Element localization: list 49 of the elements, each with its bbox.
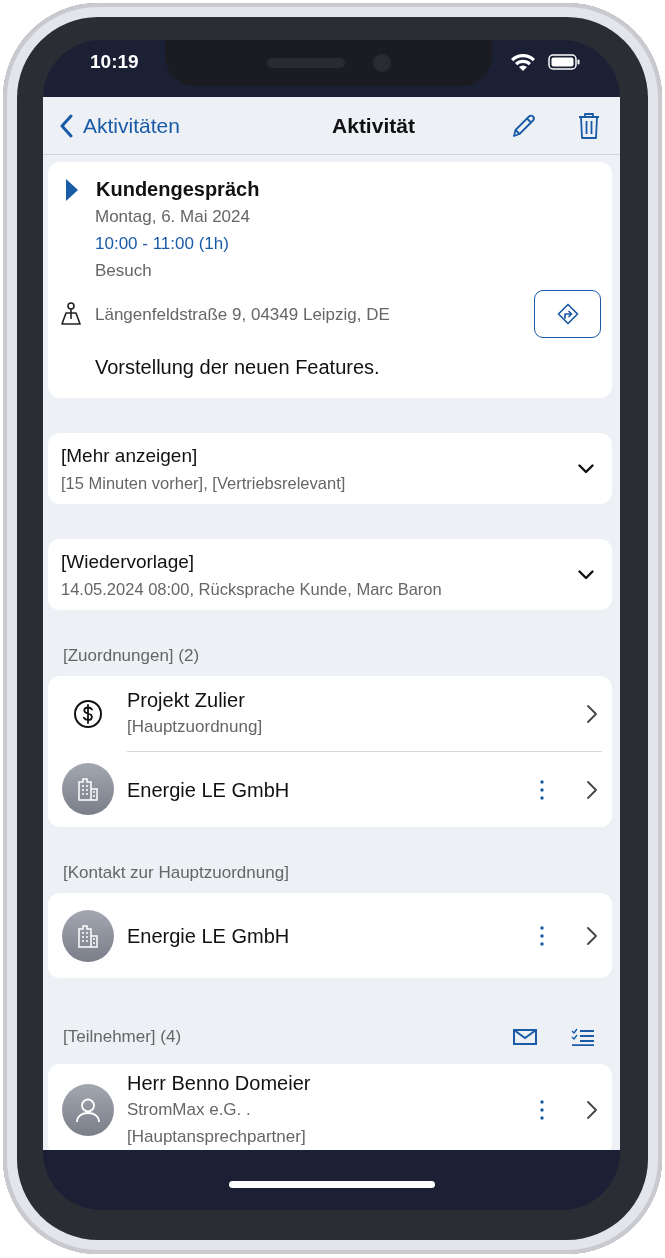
item-title: Projekt Zulier [127, 688, 246, 713]
chevron-left-icon [59, 113, 73, 138]
expandable-panel[interactable]: [Mehr anzeigen] [15 Minuten vorher], [Vertriebsrelevant] [48, 433, 612, 504]
panel-summary: [15 Minuten vorher], [Vertriebsrelevant] [61, 473, 347, 494]
status-time: 10:19 [90, 50, 139, 73]
back-button[interactable]: Aktivitäten [59, 113, 253, 138]
directions-button[interactable] [534, 290, 601, 338]
activity-address: Längenfeldstraße 9, 04349 Leipzig, DE [95, 303, 391, 326]
item-subtitle: [Hauptzuordnung] [127, 716, 264, 738]
item-subtitle: [Hauptansprechpartner] [127, 1126, 307, 1148]
page-title: Aktivität [331, 113, 416, 138]
more-vertical-icon [540, 925, 544, 946]
panel-title: [Mehr anzeigen] [61, 444, 199, 468]
map-pin-icon [60, 302, 82, 326]
item-title: Energie LE GmbH [127, 923, 291, 949]
chevron-right-icon [586, 1100, 598, 1120]
list-item[interactable]: Energie LE GmbH [48, 751, 612, 827]
directions-icon [556, 303, 579, 325]
activity-time: 10:00 - 11:00 (1h) [95, 233, 230, 255]
chevron-right-icon [586, 703, 598, 724]
battery-icon [548, 53, 580, 70]
checklist-icon [571, 1028, 595, 1046]
triangle-right-icon [66, 178, 78, 201]
activity-date: Montag, 6. Mai 2024 [95, 206, 251, 228]
dollar-icon [72, 698, 103, 729]
activity-description: Vorstellung der neuen Features. [95, 355, 381, 380]
trash-icon [576, 111, 601, 140]
item-subtitle: StromMax e.G. . [127, 1099, 252, 1121]
item-title: Energie LE GmbH [127, 777, 291, 803]
wifi-icon [510, 52, 536, 71]
mail-icon [513, 1029, 537, 1045]
activity-title: Kundengespräch [96, 178, 260, 201]
chevron-right-icon [586, 779, 598, 800]
expandable-panel[interactable]: [Wiedervorlage] 14.05.2024 08:00, Rücksprache Kunde, Marc Baron [48, 539, 612, 610]
item-title: Herr Benno Domeier [127, 1071, 312, 1096]
section-header: [Zuordnungen] (2) [63, 646, 201, 666]
list-item[interactable]: Energie LE GmbH [48, 893, 612, 978]
building-avatar [61, 763, 114, 815]
more-vertical-icon [540, 1100, 544, 1120]
person-avatar [61, 1084, 114, 1136]
panel-title: [Wiedervorlage] [61, 550, 196, 574]
list-item[interactable]: Herr Benno Domeier StromMax e.G. . [Hauptansprechpartner] [48, 1064, 612, 1150]
panel-summary: 14.05.2024 08:00, Rücksprache Kunde, Marc Baron [61, 579, 443, 600]
more-vertical-icon [540, 779, 544, 800]
section-header: [Teilnehmer] (4) [63, 1027, 183, 1047]
activity-type: Besuch [95, 260, 153, 282]
list-item[interactable]: Projekt Zulier [Hauptzuordnung] [48, 676, 612, 751]
chevron-right-icon [586, 925, 598, 946]
section-header: [Kontakt zur Hauptzuordnung] [63, 863, 290, 883]
